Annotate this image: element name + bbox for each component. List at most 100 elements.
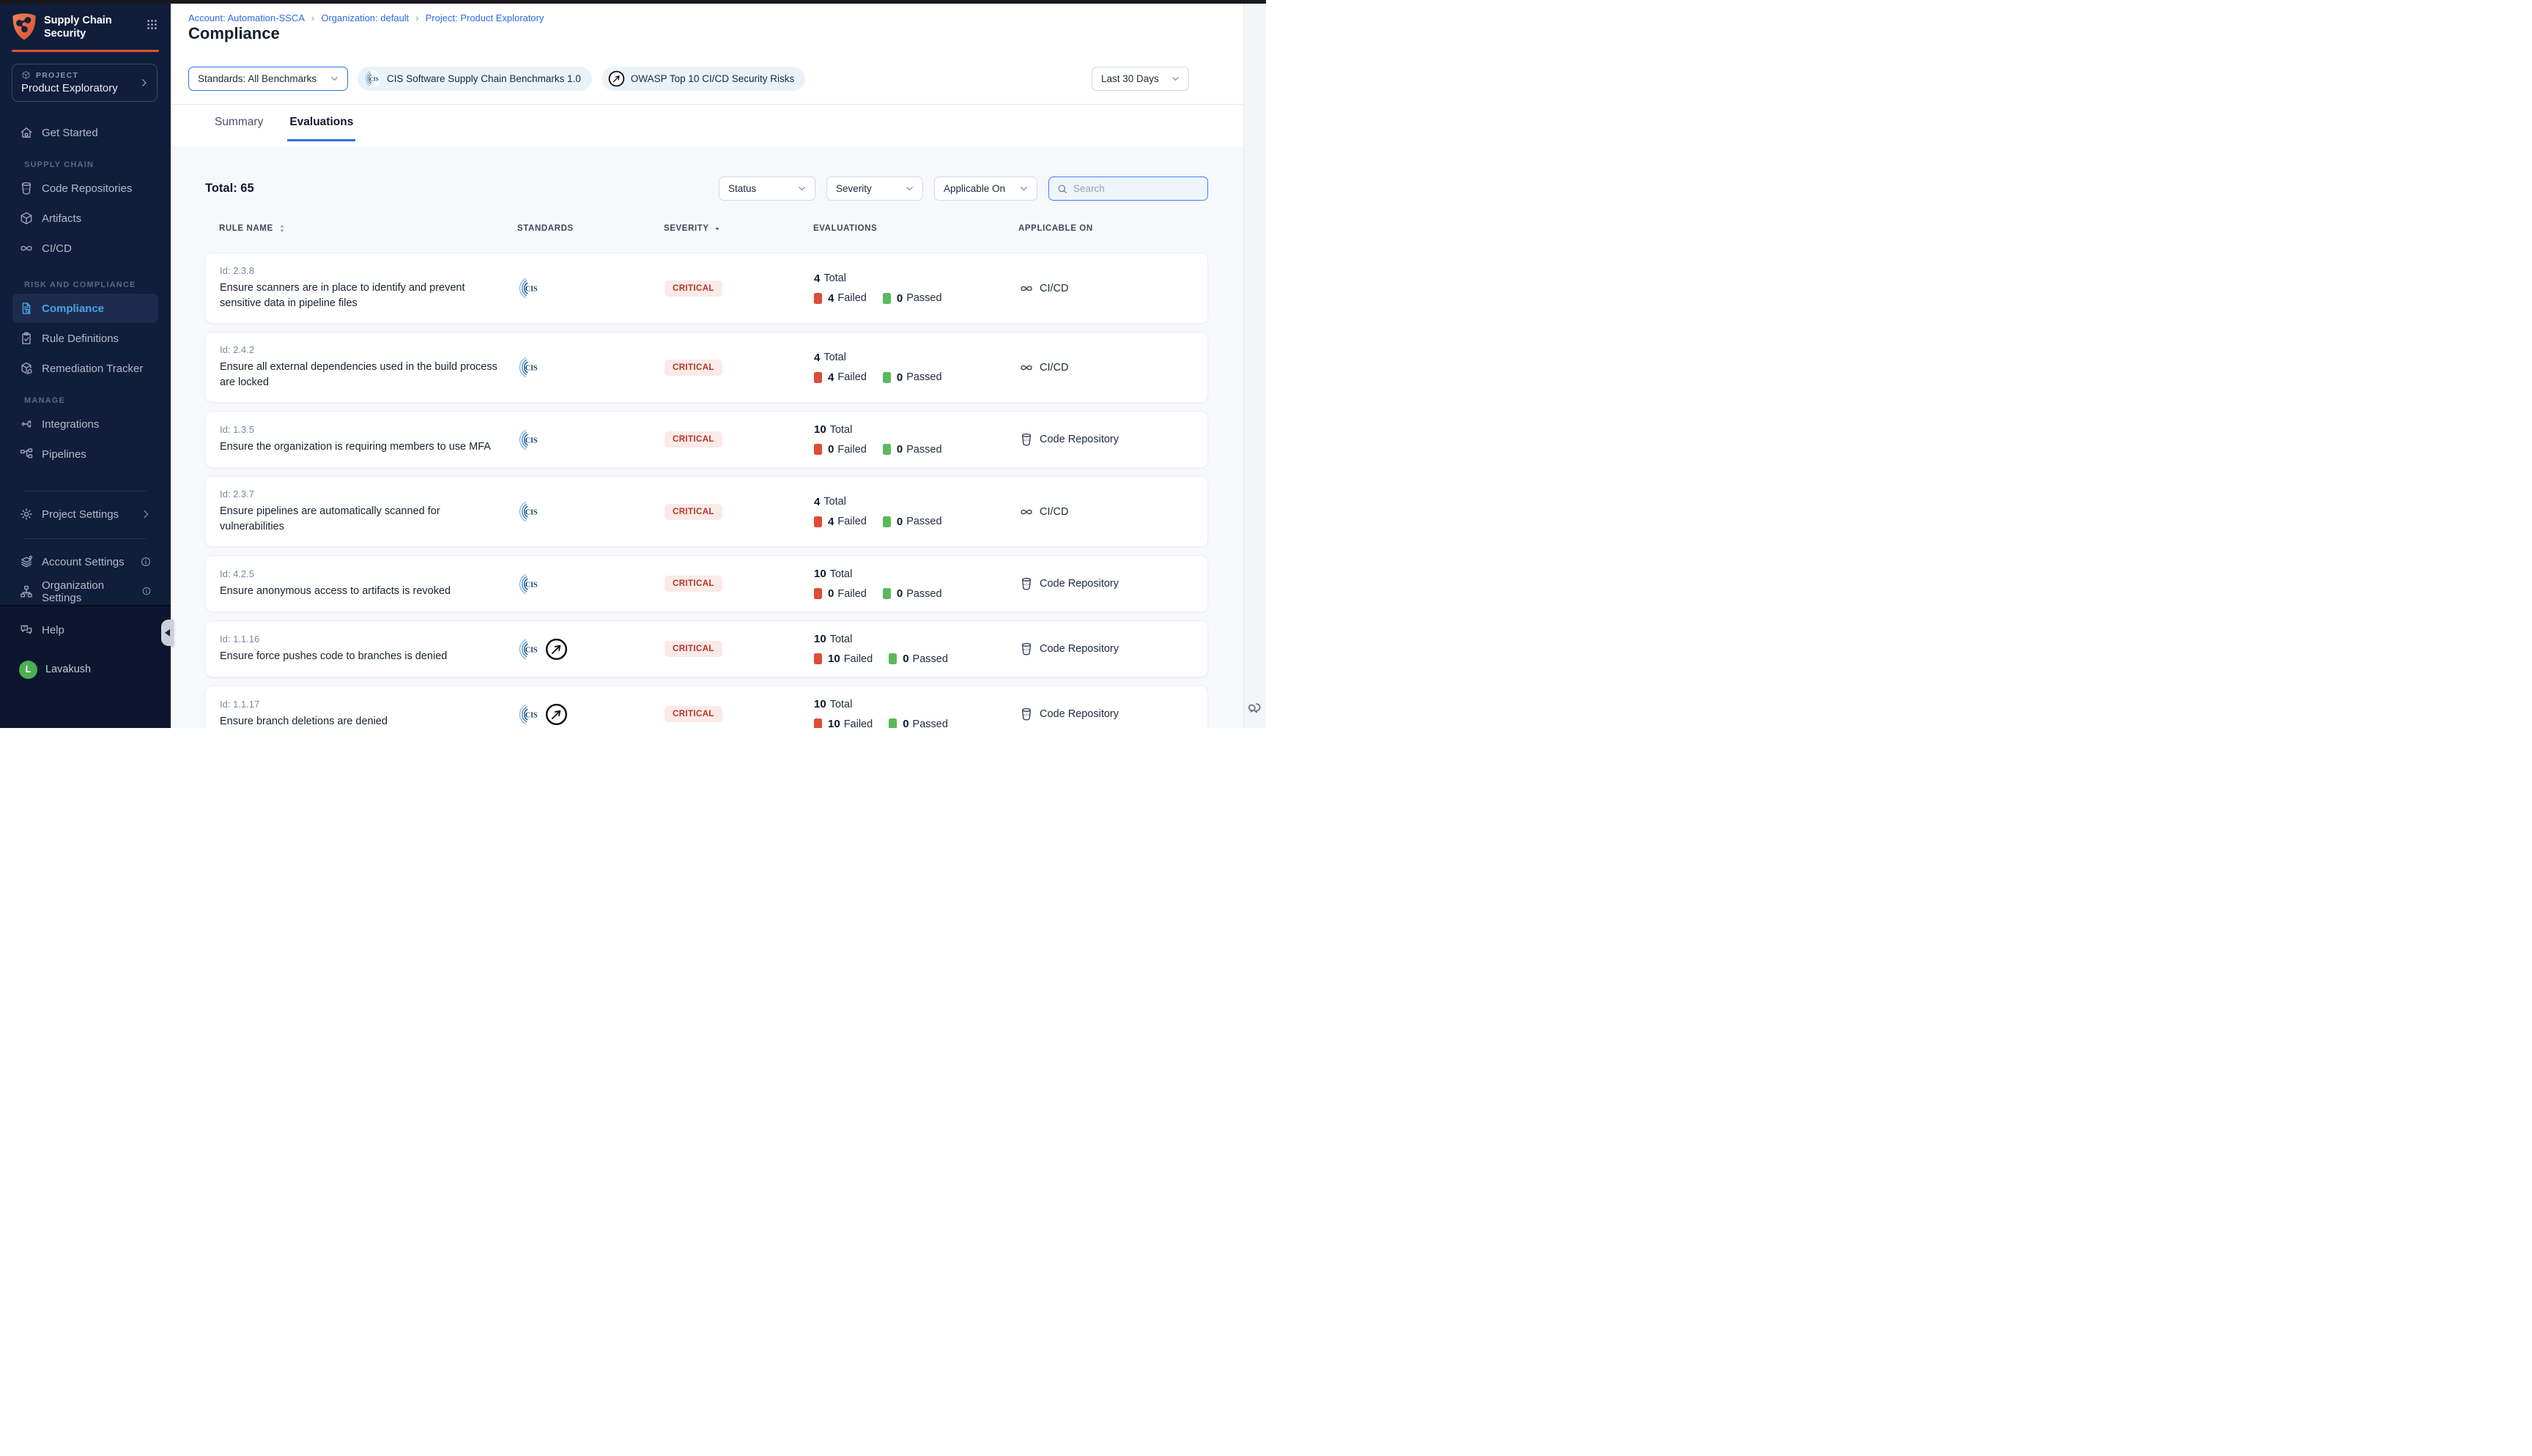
benchmark-chip-cis[interactable]: CIS CIS Software Supply Chain Benchmarks… — [358, 67, 592, 91]
sidebar-collapse-handle[interactable] — [161, 620, 174, 646]
sidebar-item-label: CI/CD — [42, 242, 72, 255]
sidebar-item-code-repositories[interactable]: </> Code Repositories — [12, 174, 158, 203]
sidebar-item-rule-definitions[interactable]: Rule Definitions — [12, 324, 158, 353]
svg-text:</>: </> — [1023, 438, 1030, 442]
info-icon[interactable] — [140, 556, 152, 568]
code-repository-icon: </> — [1019, 707, 1034, 721]
sidebar-item-label: Project Settings — [42, 508, 119, 521]
rule-row[interactable]: Id: 1.3.5 Ensure the organization is req… — [205, 411, 1208, 468]
rule-row[interactable]: Id: 2.4.2 Ensure all external dependenci… — [205, 332, 1208, 403]
evaluations-breakdown: 0Failed 0Passed — [814, 443, 1019, 456]
rule-id: Id: 2.3.8 — [220, 265, 518, 276]
avatar: L — [19, 661, 37, 679]
support-chat-icon[interactable] — [1247, 700, 1263, 716]
svg-text:CIS: CIS — [369, 75, 378, 82]
sidebar-item-integrations[interactable]: Integrations — [12, 409, 158, 439]
owasp-logo-icon — [608, 70, 625, 87]
breadcrumb-organization-link[interactable]: Organization: default — [321, 12, 409, 23]
applicable-on-cell: CI/CD — [1019, 360, 1193, 375]
rule-id: Id: 4.2.5 — [220, 568, 518, 579]
sidebar-item-account-settings[interactable]: Account Settings — [12, 547, 158, 576]
status-dropdown[interactable]: Status — [719, 177, 815, 201]
sidebar-item-artifacts[interactable]: Artifacts — [12, 204, 158, 233]
chevron-right-icon — [138, 78, 149, 89]
passed-square-icon — [883, 588, 891, 599]
rule-row[interactable]: Id: 1.1.17 Ensure branch deletions are d… — [205, 686, 1208, 728]
project-selector[interactable]: PROJECT Product Exploratory — [12, 64, 158, 102]
date-range-dropdown[interactable]: Last 30 Days — [1092, 67, 1189, 91]
tab-summary[interactable]: Summary — [212, 111, 265, 141]
rule-row[interactable]: Id: 4.2.5 Ensure anonymous access to art… — [205, 555, 1208, 612]
sidebar-item-project-settings[interactable]: Project Settings — [12, 499, 158, 529]
sidebar-item-organization-settings[interactable]: Organization Settings — [12, 577, 158, 606]
sidebar-item-help[interactable]: ? Help — [12, 615, 158, 645]
severity-badge: CRITICAL — [665, 431, 722, 447]
column-applicable-on: APPLICABLE ON — [1018, 224, 1194, 233]
standards-dropdown[interactable]: Standards: All Benchmarks — [188, 67, 348, 91]
column-rule-name[interactable]: RULE NAME — [219, 223, 517, 234]
rule-row[interactable]: Id: 1.1.16 Ensure force pushes code to b… — [205, 620, 1208, 677]
cis-logo-icon: CIS — [518, 277, 541, 300]
cis-logo-icon: CIS — [518, 428, 541, 451]
failed-square-icon — [814, 372, 822, 383]
column-label: APPLICABLE ON — [1018, 224, 1093, 233]
passed-square-icon — [883, 293, 891, 304]
rule-name: Ensure force pushes code to branches is … — [220, 649, 502, 664]
nav-section-label: SUPPLY CHAIN — [24, 160, 158, 169]
rule-name-cell: Id: 2.4.2 Ensure all external dependenci… — [220, 344, 518, 390]
failed-square-icon — [814, 718, 822, 728]
app-switcher-grid-icon[interactable] — [146, 18, 158, 31]
evaluations-cell: 4Total 4Failed 0Passed — [814, 272, 1019, 305]
breadcrumb-separator: › — [311, 12, 314, 23]
applicable-on-dropdown[interactable]: Applicable On — [934, 177, 1037, 201]
standards-cell: CIS — [518, 428, 665, 451]
tab-evaluations[interactable]: Evaluations — [287, 111, 355, 141]
gear-icon — [19, 507, 34, 521]
owasp-logo-icon — [545, 638, 568, 661]
rule-row[interactable]: Id: 2.3.8 Ensure scanners are in place t… — [205, 253, 1208, 324]
info-icon[interactable] — [141, 586, 152, 598]
severity-cell: CRITICAL — [665, 431, 814, 447]
rule-row[interactable]: Id: 2.3.7 Ensure pipelines are automatic… — [205, 476, 1208, 547]
column-standards: STANDARDS — [517, 224, 664, 233]
evaluations-total: 10Total — [814, 423, 1019, 436]
sidebar-item-compliance[interactable]: Compliance — [12, 294, 158, 323]
passed-square-icon — [883, 516, 891, 527]
failed-square-icon — [814, 653, 822, 664]
breadcrumb-account-link[interactable]: Account: Automation-SSCA — [188, 12, 305, 23]
owasp-logo-icon — [545, 703, 568, 726]
rule-id: Id: 2.3.7 — [220, 489, 518, 499]
sort-down-icon — [713, 224, 722, 233]
severity-cell: CRITICAL — [665, 360, 814, 376]
rule-name-cell: Id: 2.3.7 Ensure pipelines are automatic… — [220, 489, 518, 535]
failed-square-icon — [814, 516, 822, 527]
chevron-down-icon — [1018, 183, 1029, 194]
severity-badge: CRITICAL — [665, 281, 722, 297]
date-range-value: Last 30 Days — [1101, 73, 1159, 84]
table-header: RULE NAME STANDARDS SEVERITY EVALUATIONS… — [205, 223, 1208, 234]
column-severity[interactable]: SEVERITY — [664, 224, 813, 233]
sidebar-item-pipelines[interactable]: Pipelines — [12, 439, 158, 469]
cis-logo-icon: CIS — [364, 70, 381, 87]
cis-logo-icon: CIS — [518, 638, 541, 661]
rule-name: Ensure pipelines are automatically scann… — [220, 504, 502, 535]
sidebar-item-remediation-tracker[interactable]: Remediation Tracker — [12, 354, 158, 383]
benchmark-chip-owasp[interactable]: OWASP Top 10 CI/CD Security Risks — [601, 67, 805, 91]
sidebar-footer: ? Help L Lavakush — [0, 605, 171, 728]
cis-logo-icon: CIS — [518, 356, 541, 379]
sidebar-item-get-started[interactable]: Get Started — [12, 118, 158, 147]
breadcrumb-project-link[interactable]: Project: Product Exploratory — [426, 12, 544, 23]
search-input[interactable] — [1073, 183, 1200, 194]
package-box-icon — [19, 211, 34, 226]
evaluations-breakdown: 4Failed 0Passed — [814, 292, 1019, 305]
infinity-icon — [1019, 360, 1034, 375]
sidebar-item-label: Account Settings — [42, 556, 125, 568]
evaluations-total: 10Total — [814, 568, 1019, 580]
rule-name-cell: Id: 1.1.16 Ensure force pushes code to b… — [220, 634, 518, 664]
severity-dropdown[interactable]: Severity — [826, 177, 923, 201]
cis-logo-icon: CIS — [518, 703, 541, 726]
user-menu[interactable]: L Lavakush — [12, 655, 158, 684]
sidebar-item-cicd[interactable]: CI/CD — [12, 234, 158, 263]
severity-badge: CRITICAL — [665, 706, 722, 722]
column-label: SEVERITY — [664, 224, 709, 233]
